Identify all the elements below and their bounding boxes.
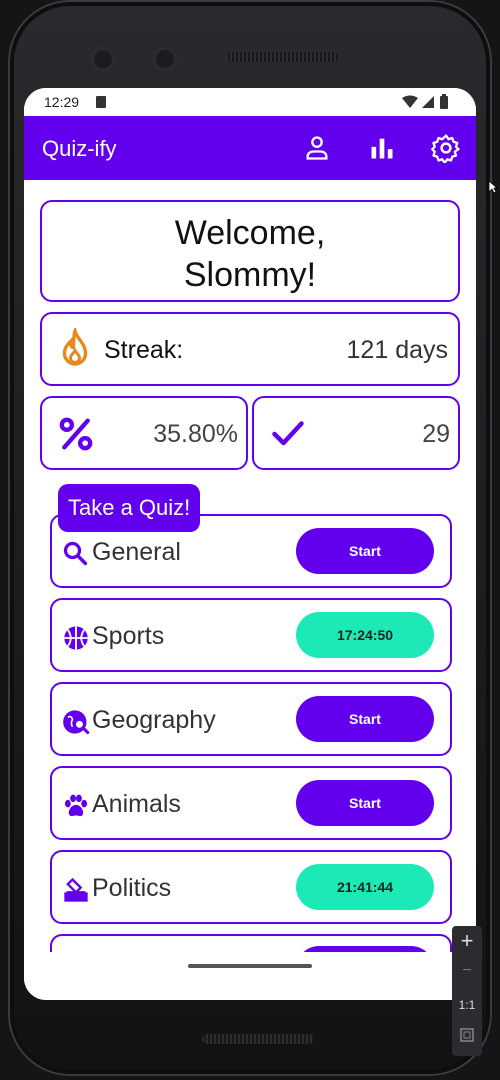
mouse-cursor-icon [488, 180, 498, 194]
emulator-zoom-panel: + − 1:1 [452, 926, 482, 1056]
quiz-row-sports: Sports 17:24:50 [50, 598, 452, 672]
streak-label: Streak: [104, 336, 184, 364]
percent-value: 35.80% [153, 420, 238, 448]
front-sensor [152, 46, 178, 72]
percent-card: 35.80% [40, 396, 248, 470]
quiz-row-geography: Geography Start [50, 682, 452, 756]
percent-icon [59, 417, 93, 451]
system-status-icons [402, 94, 448, 109]
quiz-name: Sports [92, 622, 165, 650]
zoom-out-button[interactable]: − [452, 962, 482, 980]
welcome-card: Welcome, Slommy! [40, 200, 460, 302]
check-icon [272, 421, 304, 446]
cooldown-timer-button[interactable]: 21:41:44 [296, 864, 434, 910]
cooldown-timer-button[interactable]: 17:24:50 [296, 612, 434, 658]
correct-card: 29 [252, 396, 460, 470]
bottom-speaker [202, 1034, 314, 1044]
start-button[interactable]: Start [296, 528, 434, 574]
app-screen: 12:29 Quiz-ify Welcome, Slommy! Streak: … [24, 88, 476, 1000]
streak-value: 121 days [346, 336, 448, 364]
status-bar: 12:29 [24, 88, 476, 116]
start-button[interactable]: Start [296, 696, 434, 742]
correct-value: 29 [422, 420, 450, 448]
app-title: Quiz-ify [42, 136, 117, 161]
flame-icon [62, 328, 88, 366]
settings-icon[interactable] [430, 132, 462, 164]
quiz-row-animals: Animals Start [50, 766, 452, 840]
start-button[interactable]: Start [296, 780, 434, 826]
take-quiz-label: Take a Quiz! [58, 484, 201, 532]
streak-card: Streak: 121 days [40, 312, 460, 386]
quiz-name: Animals [92, 790, 181, 818]
globe-search-icon [63, 710, 90, 735]
basketball-icon [64, 626, 88, 650]
bar-chart-icon[interactable] [366, 132, 398, 164]
gesture-navigation-bar [24, 952, 476, 1000]
earpiece-speaker [226, 52, 338, 62]
home-handle[interactable] [188, 964, 312, 968]
paw-icon [64, 794, 88, 817]
app-bar: Quiz-ify [24, 116, 476, 180]
front-camera [90, 46, 116, 72]
quiz-name: Politics [92, 874, 172, 902]
fit-screen-icon[interactable] [452, 1028, 482, 1046]
actual-size-button[interactable]: 1:1 [452, 998, 482, 1012]
device-top-bezel [32, 14, 484, 96]
ballot-icon [64, 877, 88, 902]
welcome-text: Welcome, Slommy! [174, 214, 326, 294]
quiz-name: Geography [92, 706, 216, 734]
quiz-row-politics: Politics 21:41:44 [50, 850, 452, 924]
zoom-in-button[interactable]: + [452, 928, 482, 954]
search-icon [63, 541, 88, 566]
status-time: 12:29 [44, 94, 80, 110]
quiz-name: General [92, 538, 181, 566]
person-icon[interactable] [301, 132, 333, 164]
sim-card-icon [96, 96, 106, 108]
